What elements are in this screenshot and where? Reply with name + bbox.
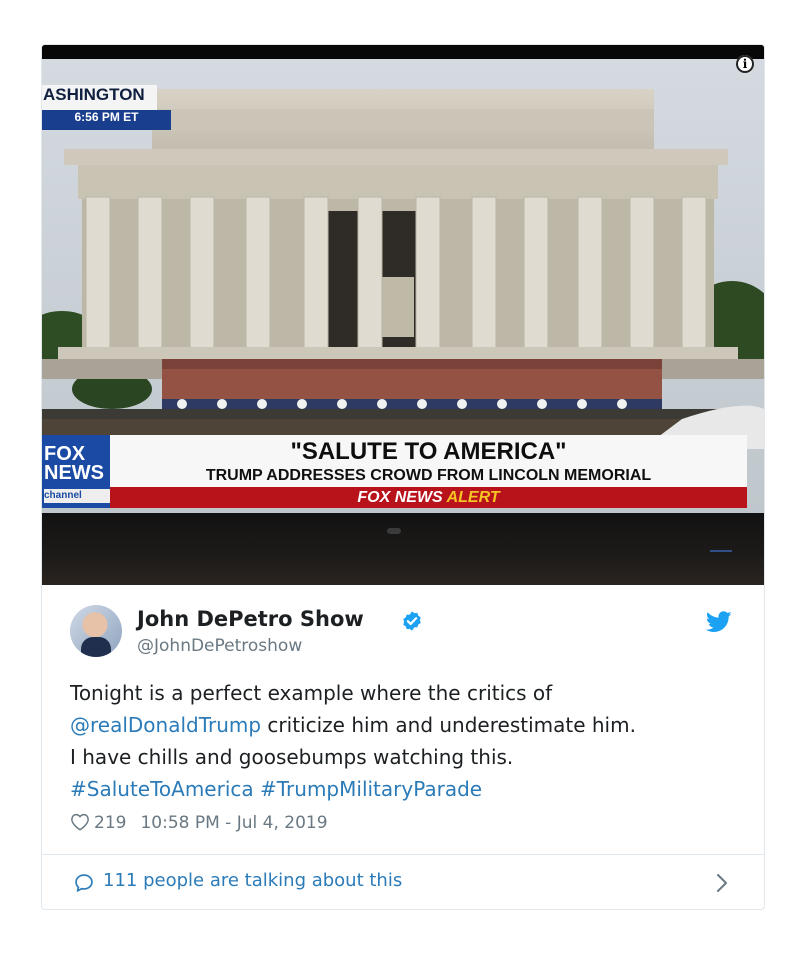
mention-link[interactable]: @realDonaldTrump	[70, 713, 261, 737]
tweet-text-span: I have chills and goosebumps watching th…	[70, 745, 514, 769]
tweet-meta: 219 10:58 PM - Jul 4, 2019	[70, 813, 328, 833]
tweet-text-span: Tonight is a perfect example where the c…	[70, 681, 553, 705]
reply-icon	[75, 874, 93, 892]
fox-logo-line2: NEWS	[44, 462, 104, 484]
chyron-subhead: TRUMP ADDRESSES CROWD FROM LINCOLN MEMOR…	[205, 467, 652, 484]
author-name[interactable]: John DePetro Show	[137, 607, 364, 631]
avatar-figure	[81, 637, 111, 657]
tweet-embed-card: ASHINGTON 6:56 PM ET FOX NEWS channel "S…	[41, 44, 765, 910]
tweet-line-1: Tonight is a perfect example where the c…	[70, 677, 750, 709]
tweet-line-3: I have chills and goosebumps watching th…	[70, 741, 750, 773]
twitter-bird-icon[interactable]	[706, 611, 732, 633]
fox-news-alert-bar: FOX NEWS ALERT	[110, 487, 747, 508]
tv-bezel	[42, 45, 764, 59]
tweet-body: John DePetro Show @JohnDePetroshow Tonig…	[42, 585, 764, 855]
broadcast-time-label: 6:56 PM ET	[42, 110, 171, 130]
avatar[interactable]	[70, 605, 122, 657]
alert-word: ALERT	[446, 489, 500, 506]
fox-logo-line3: channel	[44, 489, 110, 503]
tv-indicator-light	[710, 550, 732, 552]
broadcast-city-label: ASHINGTON	[42, 85, 157, 110]
tweet-timestamp[interactable]: 10:58 PM - Jul 4, 2019	[140, 813, 327, 833]
tweet-text: Tonight is a perfect example where the c…	[70, 677, 750, 805]
tv-bottom-bezel	[42, 513, 764, 585]
conversation-link[interactable]: 111 people are talking about this	[103, 870, 402, 891]
chevron-right-icon[interactable]	[716, 873, 728, 893]
hashtag-link[interactable]: #TrumpMilitaryParade	[260, 777, 482, 801]
chyron-headline: "SALUTE TO AMERICA"	[290, 438, 567, 465]
like-count[interactable]: 219	[94, 813, 126, 833]
verified-icon	[403, 611, 421, 631]
hashtag-link[interactable]: #SaluteToAmerica	[70, 777, 254, 801]
tweet-footer[interactable]: 111 people are talking about this	[42, 854, 764, 909]
news-chyron: FOX NEWS channel "SALUTE TO AMERICA" TRU…	[42, 435, 747, 509]
tweet-line-4: #SaluteToAmerica #TrumpMilitaryParade	[70, 773, 750, 805]
tweet-line-2: @realDonaldTrump criticize him and under…	[70, 709, 750, 741]
author-handle[interactable]: @JohnDePetroshow	[137, 636, 302, 656]
alert-prefix: FOX NEWS	[357, 489, 443, 506]
chyron-headline-box: "SALUTE TO AMERICA" TRUMP ADDRESSES CROW…	[110, 435, 747, 487]
tweet-media-photo[interactable]: ASHINGTON 6:56 PM ET FOX NEWS channel "S…	[42, 45, 764, 585]
tv-brand-logo	[387, 528, 401, 534]
fox-news-logo: FOX NEWS channel	[42, 435, 110, 508]
tweet-text-span: criticize him and underestimate him.	[261, 713, 636, 737]
info-icon[interactable]: i	[736, 55, 754, 73]
heart-icon[interactable]	[70, 813, 90, 831]
